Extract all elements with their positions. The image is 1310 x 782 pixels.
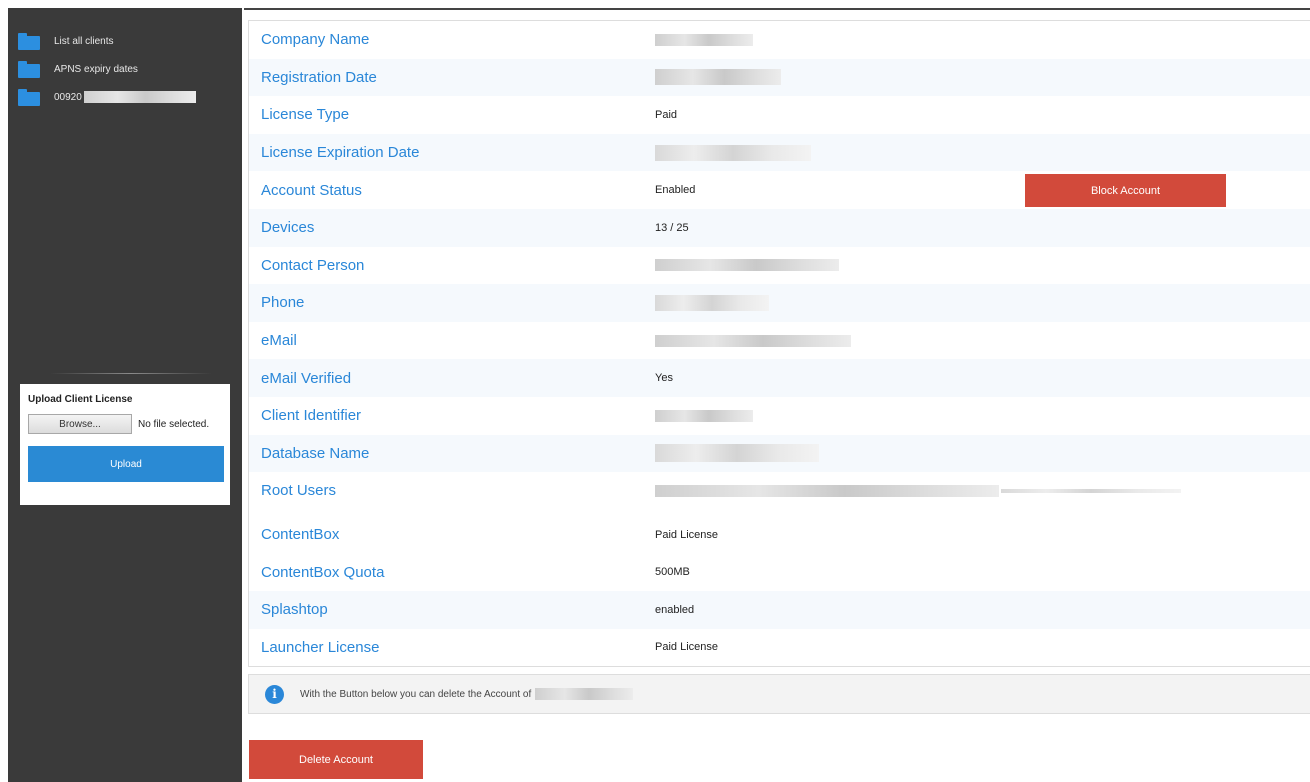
field-label: License Expiration Date: [261, 144, 420, 162]
field-value: enabled: [655, 603, 695, 616]
field-label: Account Status: [261, 181, 362, 199]
field-value: Enabled: [655, 184, 696, 197]
row-account-status: Account Status Enabled Block Account: [249, 171, 1310, 209]
redacted-value: [655, 444, 819, 463]
field-label: Phone: [261, 294, 305, 312]
row-registration-date: Registration Date: [249, 58, 1310, 97]
redacted-client-name: [83, 91, 196, 103]
sidebar-item-label: APNS expiry dates: [54, 63, 138, 75]
folder-icon: [18, 60, 40, 78]
redacted-value: [655, 259, 839, 272]
row-database-name: Database Name: [249, 434, 1310, 473]
field-value: Paid License: [655, 528, 718, 541]
file-status: No file selected.: [138, 418, 210, 430]
field-label: ContentBox: [261, 526, 340, 544]
field-label: Client Identifier: [261, 407, 362, 425]
redacted-value: [655, 69, 781, 86]
redacted-value: [655, 294, 769, 311]
field-label: Company Name: [261, 31, 370, 49]
row-client-identifier: Client Identifier: [249, 397, 1310, 435]
field-label: Splashtop: [261, 601, 328, 619]
delete-account-button[interactable]: Delete Account: [249, 740, 423, 779]
field-label: Launcher License: [261, 638, 380, 656]
row-contentbox: ContentBox Paid License: [249, 516, 1310, 554]
info-text: With the Button below you can delete the…: [300, 688, 532, 700]
redacted-value: [655, 484, 1181, 497]
row-license-expiration-date: License Expiration Date: [249, 133, 1310, 172]
redacted-value: [655, 33, 753, 46]
row-license-type: License Type Paid: [249, 96, 1310, 134]
row-splashtop: Splashtop enabled: [249, 590, 1310, 629]
delete-info-alert: i With the Button below you can delete t…: [248, 674, 1310, 714]
row-launcher-license: Launcher License Paid License: [249, 629, 1310, 667]
row-company-name: Company Name: [249, 21, 1310, 59]
row-email-verified: eMail Verified Yes: [249, 359, 1310, 397]
field-label: License Type: [261, 106, 350, 124]
upload-button[interactable]: Upload: [28, 446, 224, 482]
redacted-account-name: [535, 688, 634, 700]
field-label: Registration Date: [261, 68, 377, 86]
field-label: Contact Person: [261, 256, 365, 274]
sidebar-item-apns-expiry-dates[interactable]: APNS expiry dates: [18, 58, 138, 80]
row-email: eMail: [249, 322, 1310, 360]
row-root-users: Root Users: [249, 472, 1310, 510]
sidebar-item-label: 00920: [54, 91, 82, 103]
row-contact-person: Contact Person: [249, 247, 1310, 285]
folder-icon: [18, 88, 40, 106]
row-phone: Phone: [249, 284, 1310, 322]
field-value: 500MB: [655, 566, 690, 579]
field-value: Paid License: [655, 641, 718, 654]
sidebar-item-list-all-clients[interactable]: List all clients: [18, 30, 113, 52]
redacted-value: [655, 334, 851, 347]
browse-button[interactable]: Browse...: [28, 414, 132, 434]
block-account-button[interactable]: Block Account: [1025, 174, 1226, 208]
field-label: eMail Verified: [261, 369, 352, 387]
field-label: Root Users: [261, 482, 337, 500]
row-contentbox-quota: ContentBox Quota 500MB: [249, 553, 1310, 591]
upload-client-license-panel: Upload Client License Browse... No file …: [20, 384, 230, 505]
account-details-table: Company Name Registration Date License T…: [248, 20, 1310, 668]
redacted-value: [655, 409, 753, 422]
field-label: ContentBox Quota: [261, 563, 385, 581]
field-label: Devices: [261, 219, 315, 237]
top-divider: [244, 8, 1310, 10]
field-value: Yes: [655, 372, 673, 385]
sidebar-item-client[interactable]: 00920: [18, 86, 196, 108]
info-icon: i: [265, 684, 284, 704]
row-devices: Devices 13 / 25: [249, 208, 1310, 247]
field-label: eMail: [261, 332, 297, 350]
sidebar-divider: [50, 373, 212, 374]
redacted-value: [655, 144, 811, 161]
sidebar-item-label: List all clients: [54, 35, 114, 47]
field-value: 13 / 25: [655, 221, 689, 234]
field-label: Database Name: [261, 444, 370, 462]
field-value: Paid: [655, 108, 678, 121]
folder-icon: [18, 32, 40, 50]
upload-title: Upload Client License: [28, 394, 133, 405]
